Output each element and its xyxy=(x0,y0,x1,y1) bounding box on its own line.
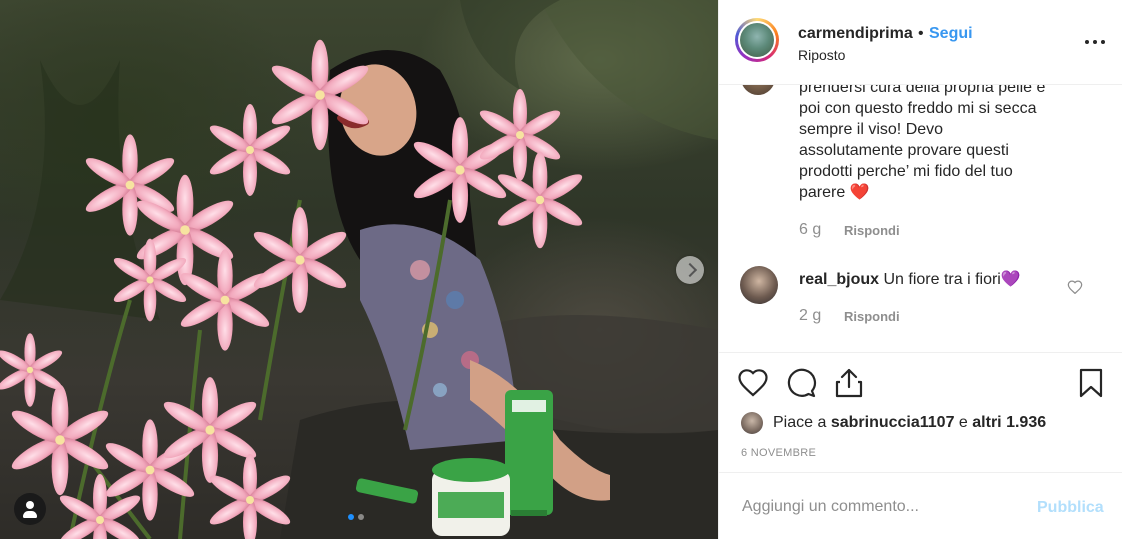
like-heart-icon[interactable] xyxy=(737,367,769,399)
likes-summary[interactable]: Piace a sabrinuccia1107 e altri 1.936 xyxy=(741,411,1046,435)
comment-avatar[interactable] xyxy=(741,85,775,95)
comment-username[interactable]: real_bjoux xyxy=(799,271,879,288)
add-comment-input[interactable] xyxy=(740,497,1014,517)
reply-button[interactable]: Rispondi xyxy=(844,309,900,324)
photo-illustration xyxy=(0,0,718,539)
liker-username[interactable]: sabrinuccia1107 xyxy=(831,414,955,432)
comment-icon[interactable] xyxy=(785,367,817,399)
comment-time[interactable]: 2 g xyxy=(799,307,821,325)
carousel-dot-2 xyxy=(358,514,364,520)
more-icon[interactable] xyxy=(1083,32,1107,52)
carousel-indicator xyxy=(348,514,364,520)
purple-heart-emoji-icon: 💜 xyxy=(1000,271,1021,288)
add-comment-bar: Pubblica xyxy=(719,472,1122,540)
post-photo[interactable] xyxy=(0,0,718,539)
publish-button[interactable]: Pubblica xyxy=(1037,499,1104,517)
post-location[interactable]: Riposto xyxy=(798,47,845,63)
share-icon[interactable] xyxy=(833,367,865,399)
separator-bullet: • xyxy=(918,25,924,42)
comments-list[interactable]: prendersi cura della propria pelle e poi… xyxy=(719,85,1122,351)
comment-time[interactable]: 6 g xyxy=(799,221,821,239)
post-date[interactable]: 6 NOVEMBRE xyxy=(741,447,816,459)
comment-text: real_bjoux Un fiore tra i fiori💜 xyxy=(799,271,1021,288)
next-photo-chevron-right-icon[interactable] xyxy=(676,256,704,284)
liker-avatar xyxy=(741,412,763,434)
bookmark-icon[interactable] xyxy=(1075,367,1107,399)
author-username[interactable]: carmendiprima xyxy=(798,25,913,43)
carousel-dot-1 xyxy=(348,514,354,520)
post-header: carmendiprima • Segui Riposto xyxy=(719,0,1122,85)
follow-button[interactable]: Segui xyxy=(929,25,973,43)
likes-count[interactable]: altri 1.936 xyxy=(972,414,1046,432)
user-tag-icon[interactable] xyxy=(14,493,46,525)
comment-avatar[interactable] xyxy=(740,266,778,304)
red-heart-emoji-icon: ❤️ xyxy=(849,184,870,201)
post-side-panel: carmendiprima • Segui Riposto prendersi … xyxy=(718,0,1122,539)
comment-like-heart-icon[interactable] xyxy=(1067,280,1083,294)
author-avatar[interactable] xyxy=(735,18,779,62)
comment-text: prendersi cura della propria pelle e poi… xyxy=(799,85,1046,201)
reply-button[interactable]: Rispondi xyxy=(844,223,900,238)
post-actions: Piace a sabrinuccia1107 e altri 1.936 6 … xyxy=(719,352,1122,473)
